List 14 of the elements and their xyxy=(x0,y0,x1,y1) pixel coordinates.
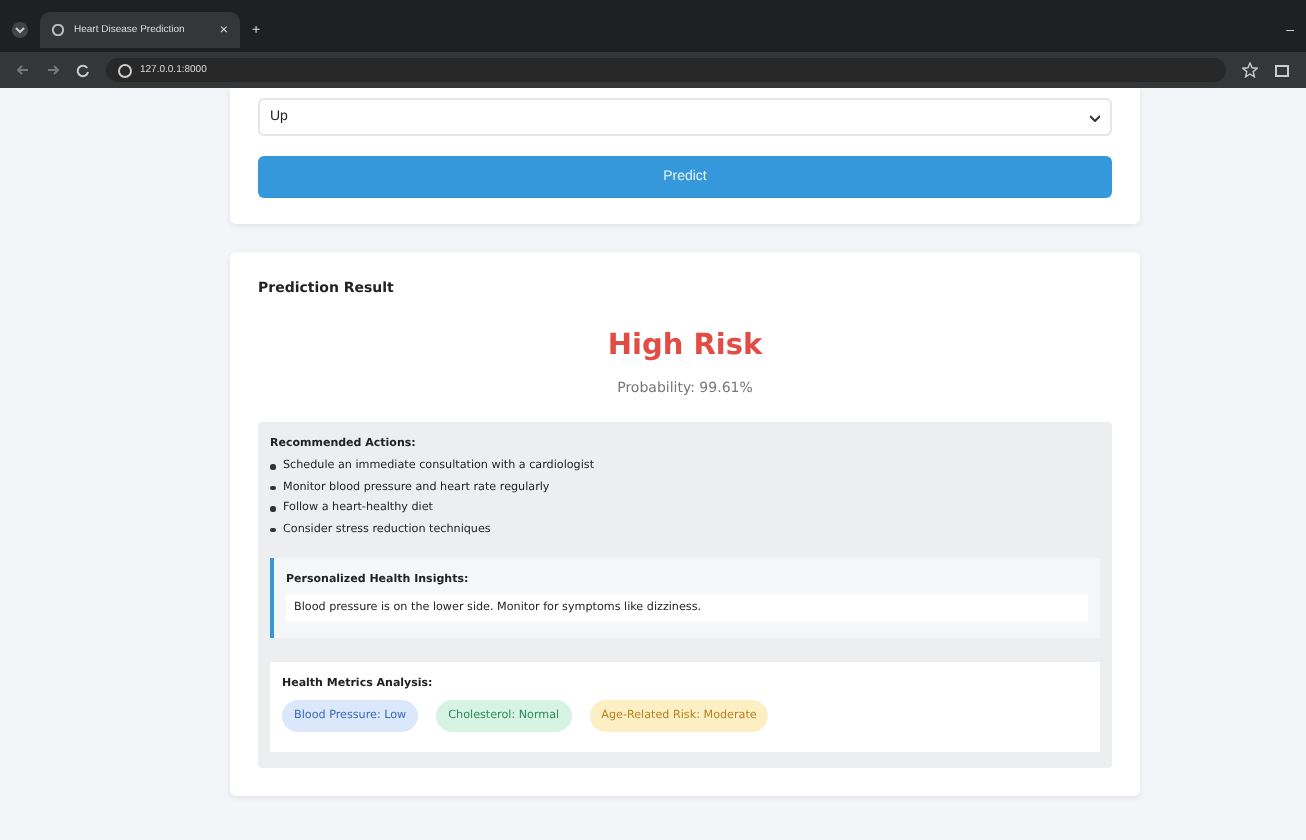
bullet-icon xyxy=(270,485,275,490)
caret-icon xyxy=(1090,113,1100,121)
globe-icon xyxy=(52,24,64,36)
bullet-icon xyxy=(270,506,275,511)
reload-icon[interactable] xyxy=(76,63,90,77)
site-info-icon xyxy=(118,63,132,77)
risk-level: High Risk xyxy=(605,330,765,362)
menu-icon[interactable] xyxy=(12,22,28,38)
forward-icon[interactable] xyxy=(46,64,60,76)
back-icon[interactable] xyxy=(16,64,30,76)
extensions-icon[interactable] xyxy=(1274,62,1290,78)
bullet-icon xyxy=(270,527,275,532)
bullet-icon xyxy=(270,464,275,469)
star-icon[interactable] xyxy=(1242,62,1258,78)
